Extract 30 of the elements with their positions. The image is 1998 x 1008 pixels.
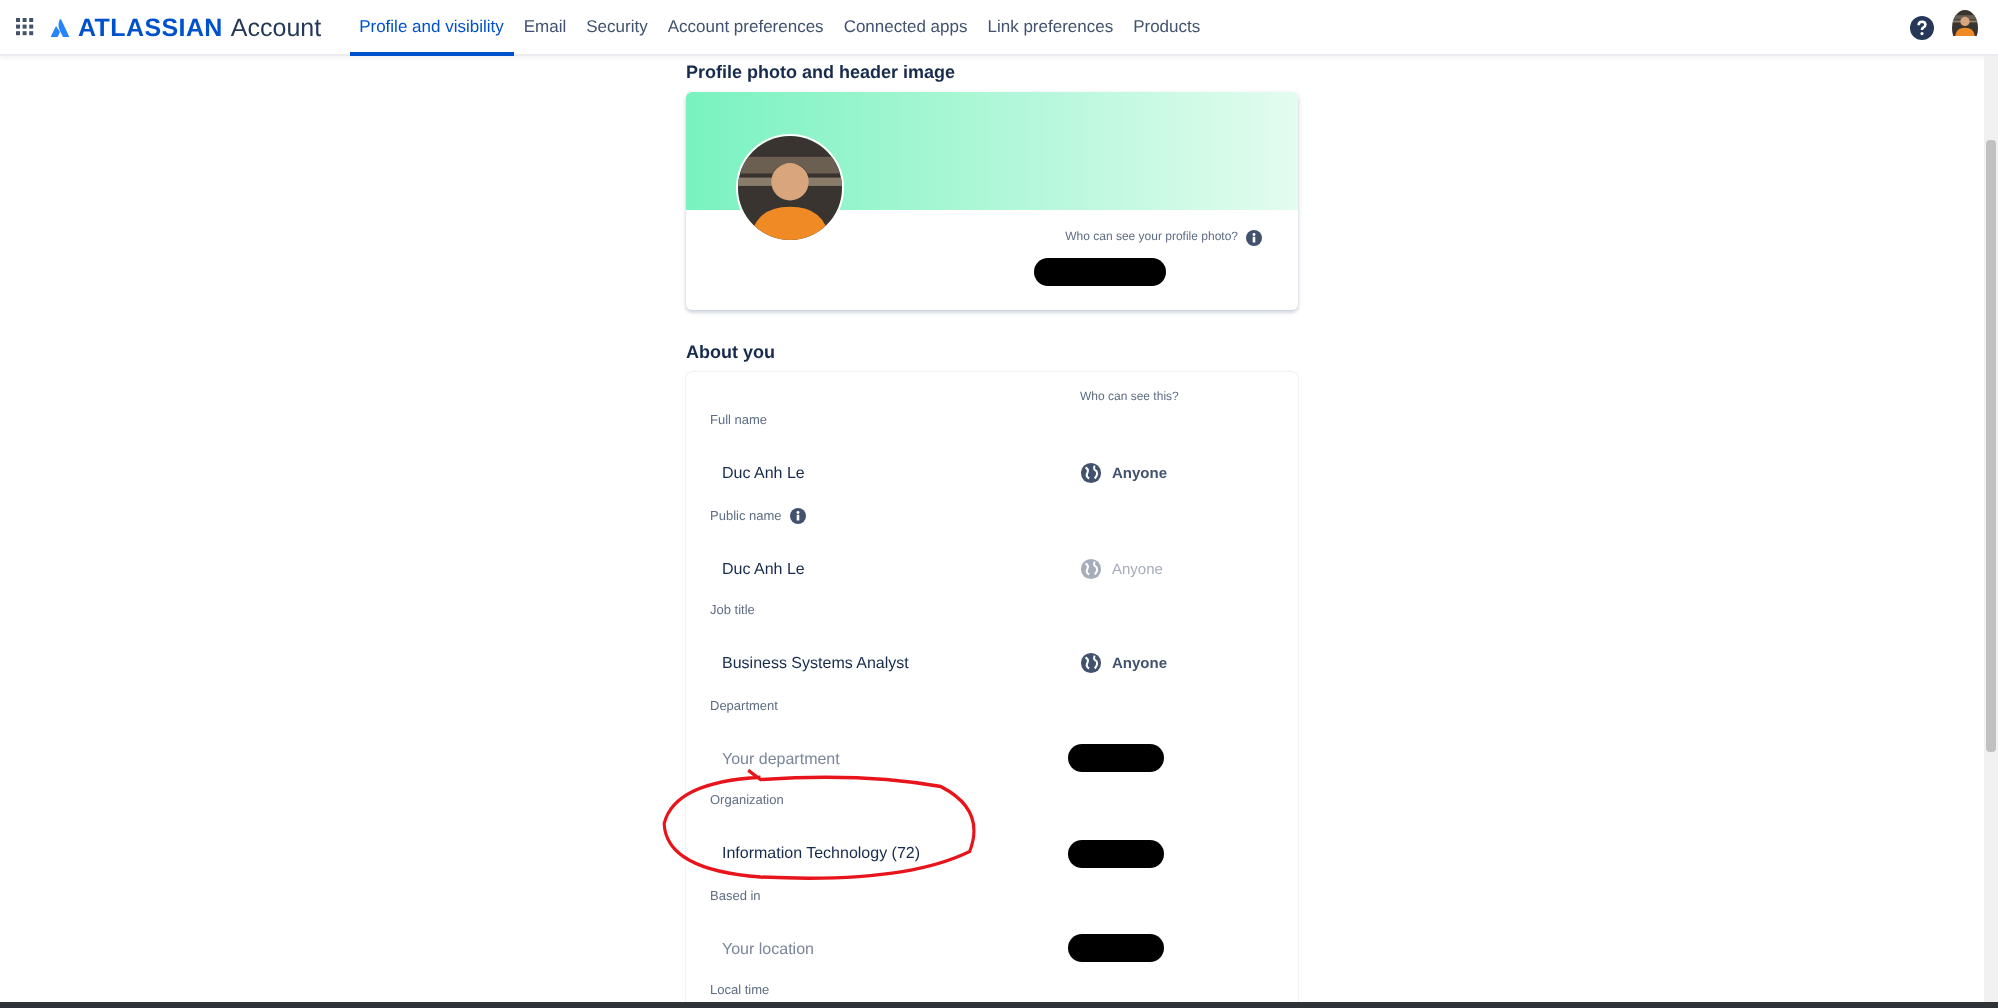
redaction-mark <box>1068 744 1164 773</box>
scrollbar[interactable] <box>1984 56 1998 1008</box>
nav-tab[interactable]: Email <box>513 0 577 56</box>
product-name: Account <box>230 13 322 41</box>
globe-icon <box>1080 652 1102 675</box>
input-field[interactable]: Information Technology (72) <box>710 823 1074 883</box>
input-field[interactable]: Your department <box>710 728 1074 788</box>
logo-icon <box>50 17 70 37</box>
nav-tab[interactable]: Security <box>576 0 658 56</box>
input-field[interactable]: Business Systems Analyst <box>710 633 1074 693</box>
app-switcher-icon[interactable] <box>16 18 34 36</box>
input-field[interactable]: Duc Anh Le <box>710 538 1074 598</box>
nav-tab[interactable]: Link preferences <box>977 0 1124 56</box>
redaction-mark <box>1034 258 1166 286</box>
info-icon[interactable] <box>789 508 806 524</box>
nav-tab[interactable]: Connected apps <box>833 0 978 56</box>
nav-tab[interactable]: Profile and visibility <box>349 0 514 56</box>
info-icon[interactable] <box>1246 230 1262 246</box>
help-icon[interactable] <box>1910 15 1934 39</box>
redaction-mark <box>1068 839 1164 868</box>
nav-tab[interactable]: Account preferences <box>657 0 834 56</box>
input-field[interactable]: Your location <box>710 918 1074 978</box>
globe-icon <box>1080 557 1102 580</box>
nav-tab[interactable]: Products <box>1123 0 1211 56</box>
section-title: About you <box>686 342 777 362</box>
redaction-mark <box>1068 934 1164 963</box>
globe-icon <box>1080 462 1102 485</box>
input-field[interactable]: Duc Anh Le <box>710 443 1074 503</box>
section-title: Profile photo and header image <box>686 62 958 82</box>
brand-name: ATLASSIAN <box>78 13 223 41</box>
